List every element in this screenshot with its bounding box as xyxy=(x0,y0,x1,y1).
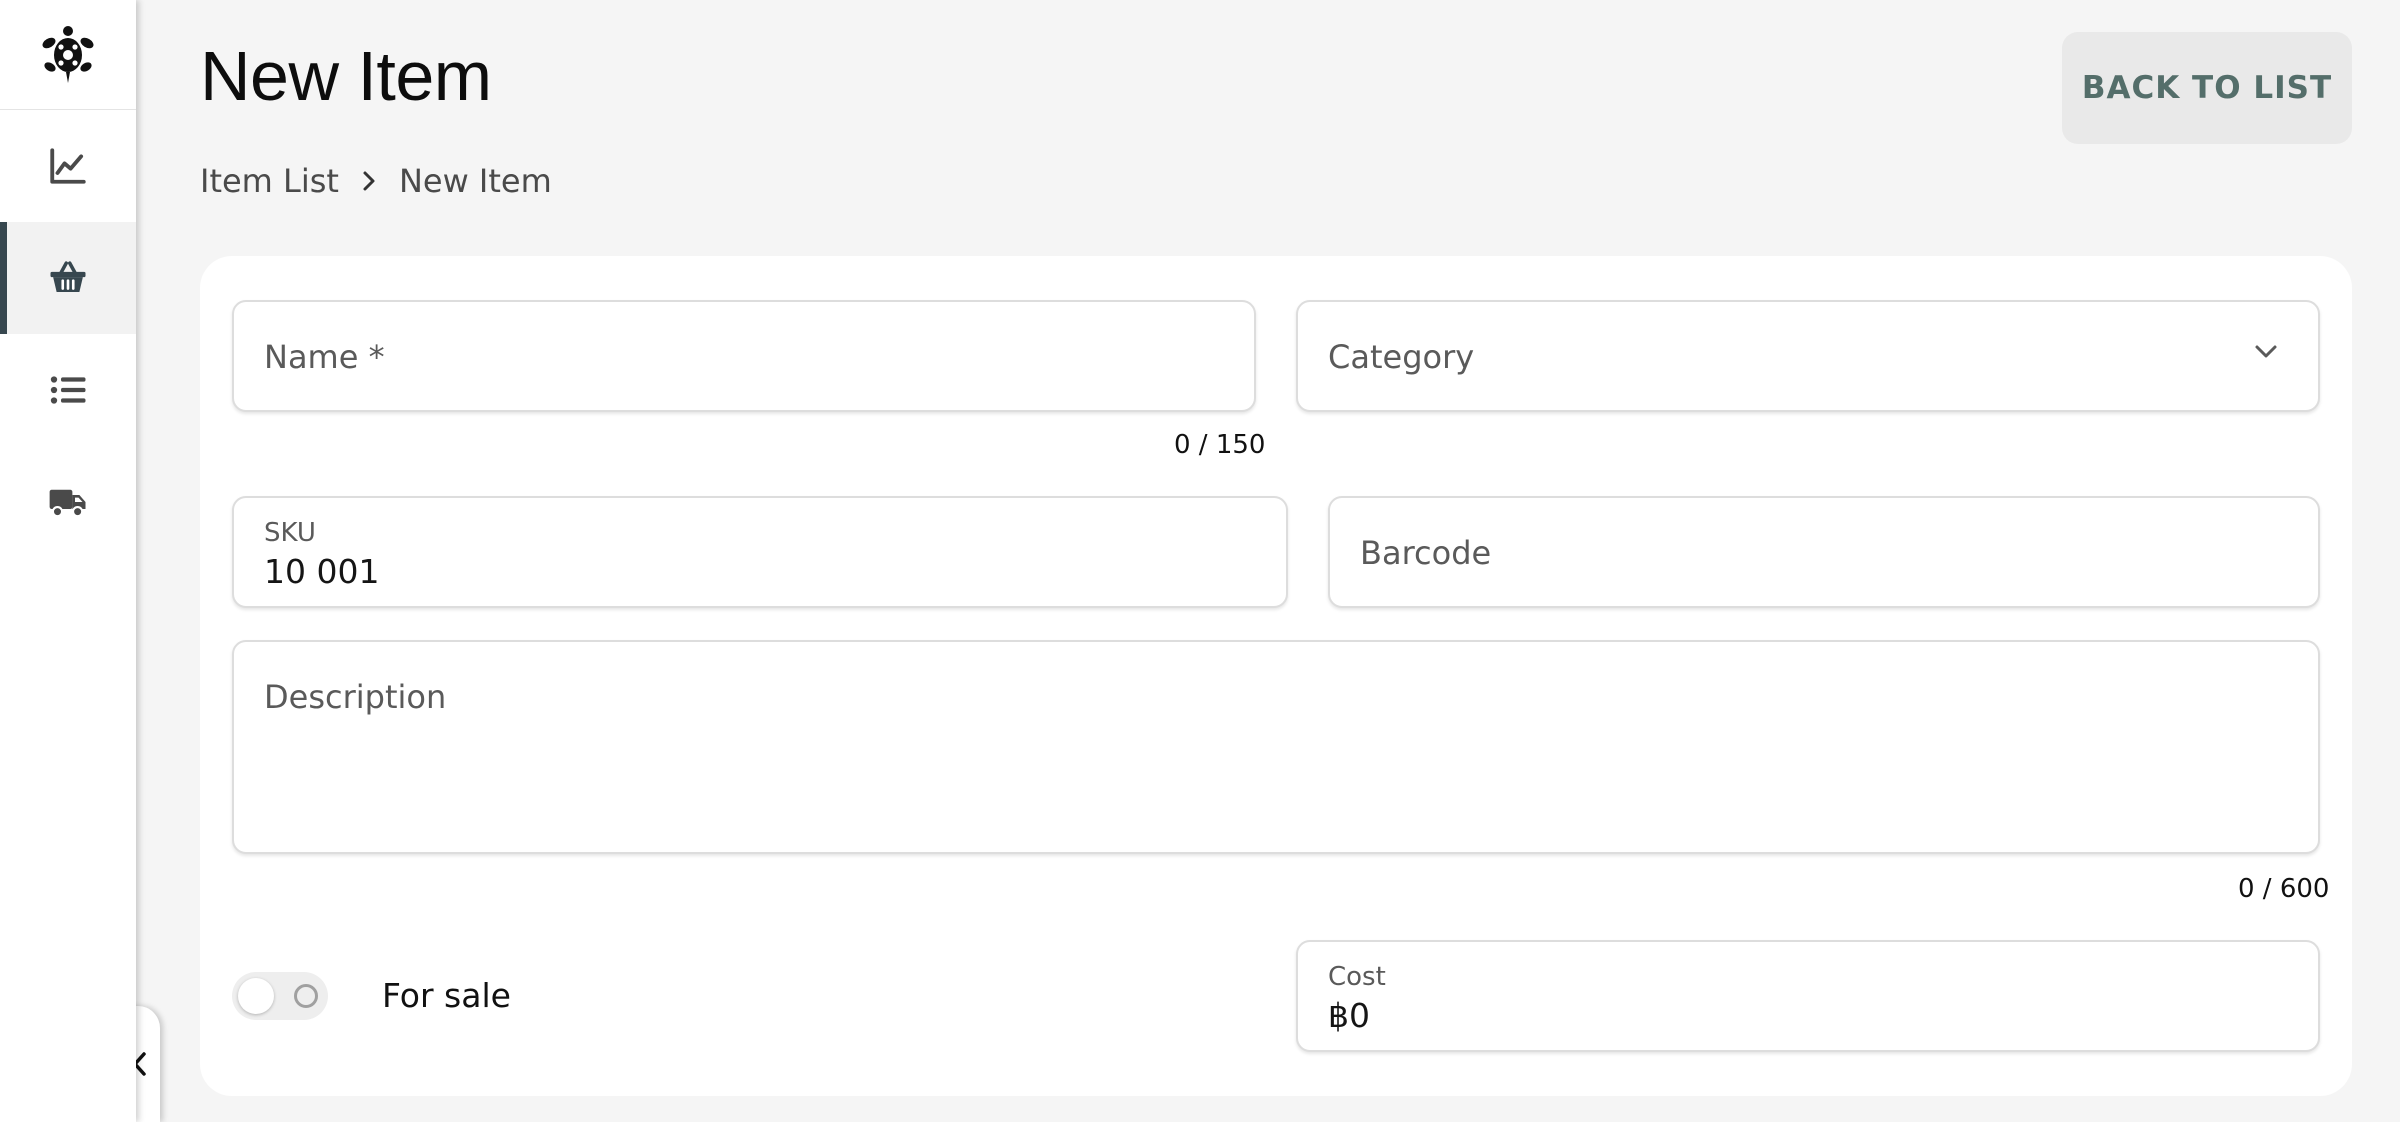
cost-input[interactable]: Cost ฿0 xyxy=(1296,940,2320,1052)
description-textarea[interactable]: Description xyxy=(232,640,2320,854)
sku-value: 10 001 xyxy=(264,552,380,591)
cost-label: Cost xyxy=(1328,962,1386,992)
page-title: New Item xyxy=(200,37,492,115)
description-char-counter: 0 / 600 xyxy=(2238,874,2330,904)
name-char-counter: 0 / 150 xyxy=(1174,430,1266,460)
item-form-card: Name * 0 / 150 Category SKU 10 001 Barco… xyxy=(200,256,2352,1096)
chevron-right-icon xyxy=(361,169,377,193)
chevron-down-icon xyxy=(2254,344,2278,364)
breadcrumb-item-list[interactable]: Item List xyxy=(200,162,339,200)
barcode-input[interactable]: Barcode xyxy=(1328,496,2320,608)
sidebar-item-analytics[interactable] xyxy=(0,110,136,222)
truck-icon xyxy=(49,489,86,518)
basket-icon xyxy=(50,261,86,292)
sidebar-item-items[interactable] xyxy=(0,222,136,334)
name-input[interactable]: Name * xyxy=(232,300,1256,412)
sidebar xyxy=(0,0,136,1122)
toggle-off-indicator-icon xyxy=(294,984,318,1008)
description-placeholder: Description xyxy=(264,678,447,716)
list-icon xyxy=(50,376,86,404)
barcode-placeholder: Barcode xyxy=(1360,534,1492,572)
sidebar-item-list[interactable] xyxy=(0,334,136,446)
for-sale-label: For sale xyxy=(382,976,511,1015)
category-placeholder: Category xyxy=(1328,338,1475,376)
toggle-knob xyxy=(238,978,274,1014)
turtle-logo-icon[interactable] xyxy=(0,0,136,110)
sku-label: SKU xyxy=(264,518,316,548)
chart-line-icon xyxy=(50,148,86,184)
for-sale-toggle[interactable] xyxy=(232,972,328,1020)
cost-value: ฿0 xyxy=(1328,996,1370,1035)
name-placeholder: Name * xyxy=(264,338,385,376)
back-to-list-button[interactable]: BACK TO LIST xyxy=(2062,32,2352,144)
sidebar-item-delivery[interactable] xyxy=(0,446,136,558)
category-select[interactable]: Category xyxy=(1296,300,2320,412)
sku-input[interactable]: SKU 10 001 xyxy=(232,496,1288,608)
breadcrumb: Item List New Item xyxy=(200,162,552,200)
breadcrumb-item-current: New Item xyxy=(398,162,552,200)
